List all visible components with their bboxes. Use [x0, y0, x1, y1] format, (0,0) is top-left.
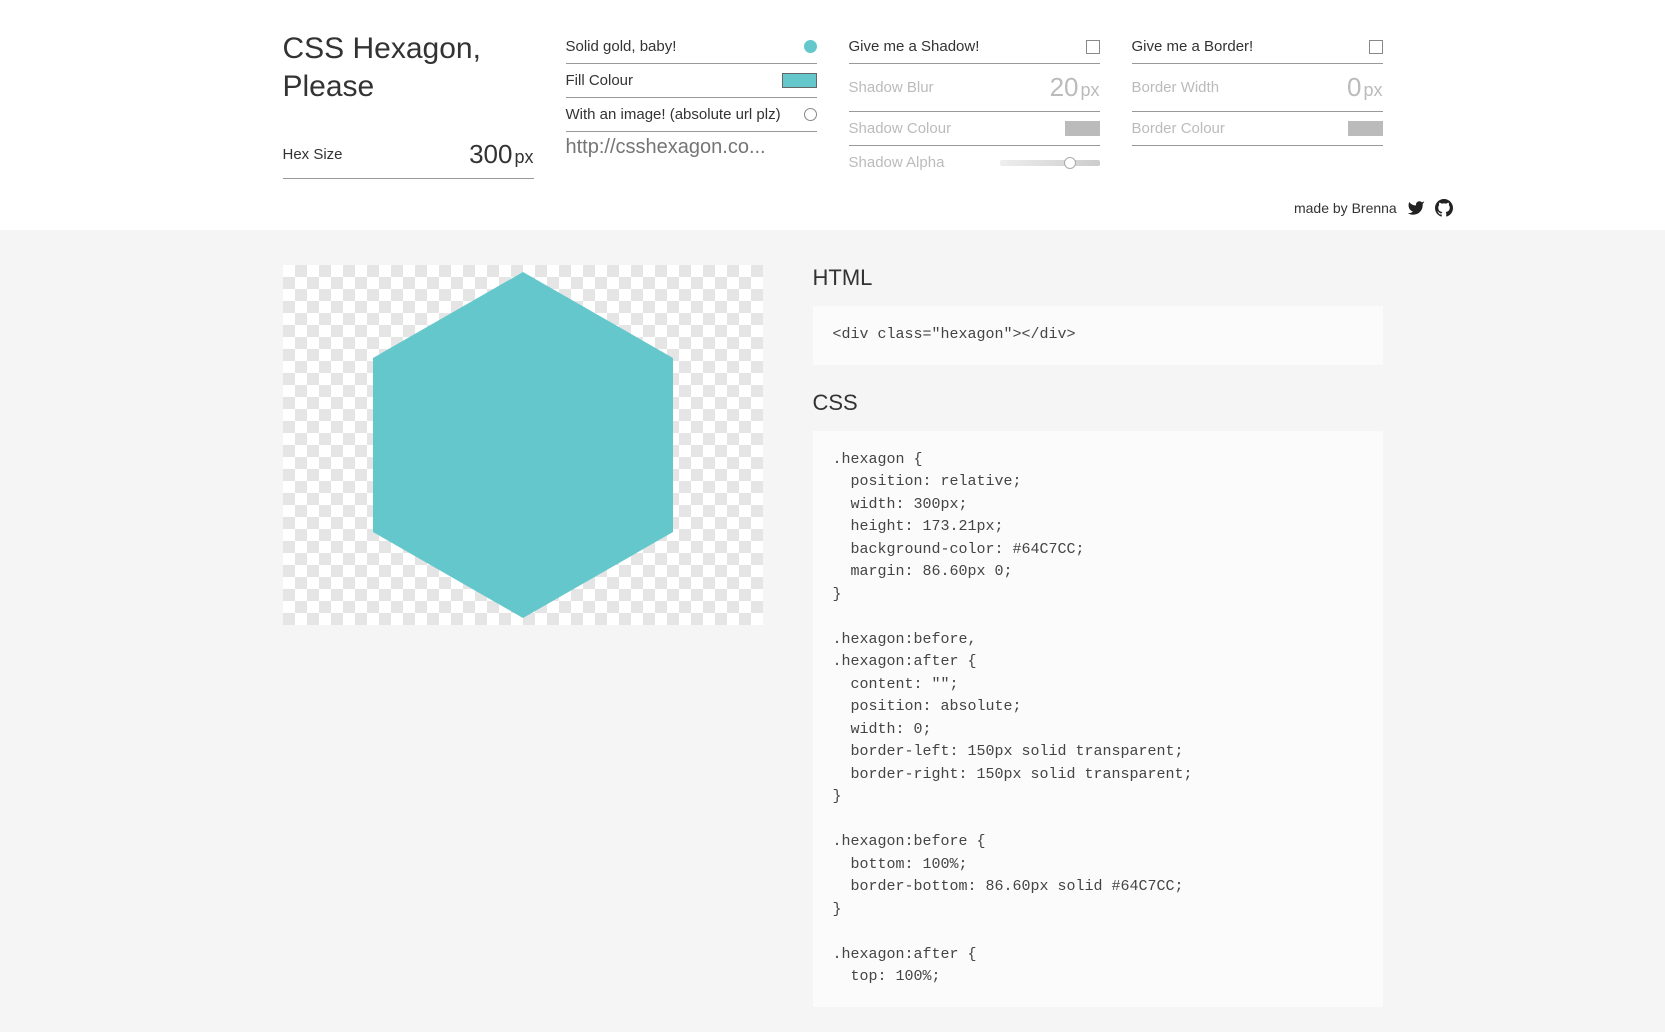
radio-empty-icon[interactable]: [804, 108, 817, 121]
border-width-value: 0px: [1347, 72, 1382, 103]
shadow-blur-value: 20px: [1050, 72, 1100, 103]
fill-colour-swatch[interactable]: [782, 73, 817, 88]
html-code-block[interactable]: <div class="hexagon"></div>: [813, 306, 1383, 365]
hex-size-field[interactable]: Hex Size 300px: [283, 131, 534, 179]
shadow-blur-label: Shadow Blur: [849, 79, 934, 96]
shadow-toggle[interactable]: Give me a Shadow!: [849, 30, 1100, 64]
checkbox-empty-icon[interactable]: [1086, 40, 1100, 54]
shadow-title: Give me a Shadow!: [849, 38, 980, 55]
border-width-field: Border Width 0px: [1132, 64, 1383, 112]
shadow-colour-field: Shadow Colour: [849, 112, 1100, 146]
shadow-colour-swatch: [1065, 121, 1100, 136]
twitter-icon[interactable]: [1407, 199, 1425, 220]
border-colour-field: Border Colour: [1132, 112, 1383, 146]
page-title: CSS Hexagon, Please: [283, 30, 534, 105]
shadow-alpha-field: Shadow Alpha: [849, 146, 1100, 179]
css-code-block[interactable]: .hexagon { position: relative; width: 30…: [813, 431, 1383, 1007]
github-icon[interactable]: [1435, 199, 1453, 220]
hex-size-label: Hex Size: [283, 146, 343, 163]
checkbox-empty-icon[interactable]: [1369, 40, 1383, 54]
border-title: Give me a Border!: [1132, 38, 1254, 55]
border-colour-label: Border Colour: [1132, 120, 1225, 137]
solid-fill-option[interactable]: Solid gold, baby!: [566, 30, 817, 64]
html-heading: HTML: [813, 265, 1383, 291]
fill-colour-label: Fill Colour: [566, 72, 634, 89]
image-fill-option[interactable]: With an image! (absolute url plz): [566, 98, 817, 132]
fill-colour-field[interactable]: Fill Colour: [566, 64, 817, 98]
shadow-blur-field: Shadow Blur 20px: [849, 64, 1100, 112]
radio-filled-icon[interactable]: [804, 40, 817, 53]
image-url-input[interactable]: [566, 132, 817, 163]
hexagon-shape: [373, 358, 673, 531]
shadow-alpha-label: Shadow Alpha: [849, 154, 945, 171]
solid-fill-label: Solid gold, baby!: [566, 38, 677, 55]
shadow-alpha-slider: [1000, 160, 1100, 166]
hexagon-preview: [283, 265, 763, 625]
border-width-label: Border Width: [1132, 79, 1220, 96]
shadow-colour-label: Shadow Colour: [849, 120, 952, 137]
credit-line: made by Brenna: [173, 179, 1493, 230]
css-heading: CSS: [813, 390, 1383, 416]
border-colour-swatch: [1348, 121, 1383, 136]
slider-thumb-icon: [1064, 157, 1076, 169]
border-toggle[interactable]: Give me a Border!: [1132, 30, 1383, 64]
hex-size-value: 300px: [469, 139, 533, 170]
image-fill-label: With an image! (absolute url plz): [566, 106, 781, 123]
